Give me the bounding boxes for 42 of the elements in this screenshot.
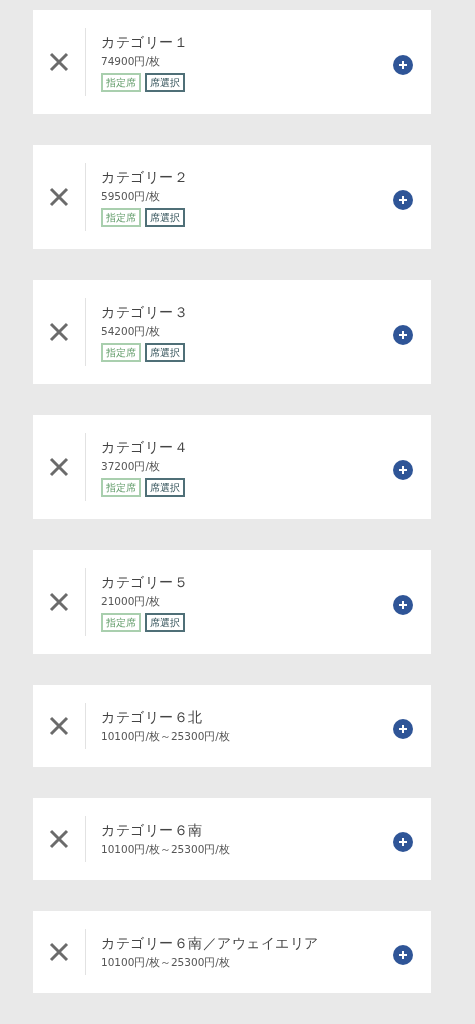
close-icon[interactable]	[49, 52, 69, 72]
seat-tag: 席選択	[145, 613, 185, 632]
price-text: 10100円/枚～25300円/枚	[101, 842, 231, 857]
seat-tag: 指定席	[101, 343, 141, 362]
category-name: カテゴリー４	[101, 438, 189, 457]
add-button[interactable]	[393, 942, 413, 962]
category-name: カテゴリー６北	[101, 708, 204, 727]
price-text: 74900円/枚	[101, 54, 161, 69]
category-name: カテゴリー１	[101, 33, 189, 52]
seat-tag: 席選択	[145, 343, 185, 362]
seat-tag: 席選択	[145, 73, 185, 92]
seat-tag: 指定席	[101, 208, 141, 227]
price-text: 59500円/枚	[101, 189, 161, 204]
category-name: カテゴリー２	[101, 168, 189, 187]
add-button[interactable]	[393, 187, 413, 207]
add-button[interactable]	[393, 716, 413, 736]
seat-tag: 席選択	[145, 478, 185, 497]
add-button[interactable]	[393, 592, 413, 612]
add-button[interactable]	[393, 457, 413, 477]
add-button[interactable]	[393, 52, 413, 72]
close-icon[interactable]	[49, 187, 69, 207]
seat-tag: 席選択	[145, 208, 185, 227]
category-name: カテゴリー５	[101, 573, 189, 592]
add-button[interactable]	[393, 829, 413, 849]
seat-tag: 指定席	[101, 478, 141, 497]
close-icon[interactable]	[49, 457, 69, 477]
add-button[interactable]	[393, 322, 413, 342]
close-icon[interactable]	[49, 942, 69, 962]
close-icon[interactable]	[49, 716, 69, 736]
price-text: 37200円/枚	[101, 459, 161, 474]
close-icon[interactable]	[49, 322, 69, 342]
price-text: 54200円/枚	[101, 324, 161, 339]
category-name: カテゴリー６南	[101, 821, 204, 840]
close-icon[interactable]	[49, 592, 69, 612]
category-name: カテゴリー３	[101, 303, 189, 322]
category-name: カテゴリー６南／アウェイエリア	[101, 934, 320, 953]
price-text: 10100円/枚～25300円/枚	[101, 729, 231, 744]
seat-tag: 指定席	[101, 613, 141, 632]
close-icon[interactable]	[49, 829, 69, 849]
price-text: 21000円/枚	[101, 594, 161, 609]
seat-tag: 指定席	[101, 73, 141, 92]
price-text: 10100円/枚～25300円/枚	[101, 955, 231, 970]
